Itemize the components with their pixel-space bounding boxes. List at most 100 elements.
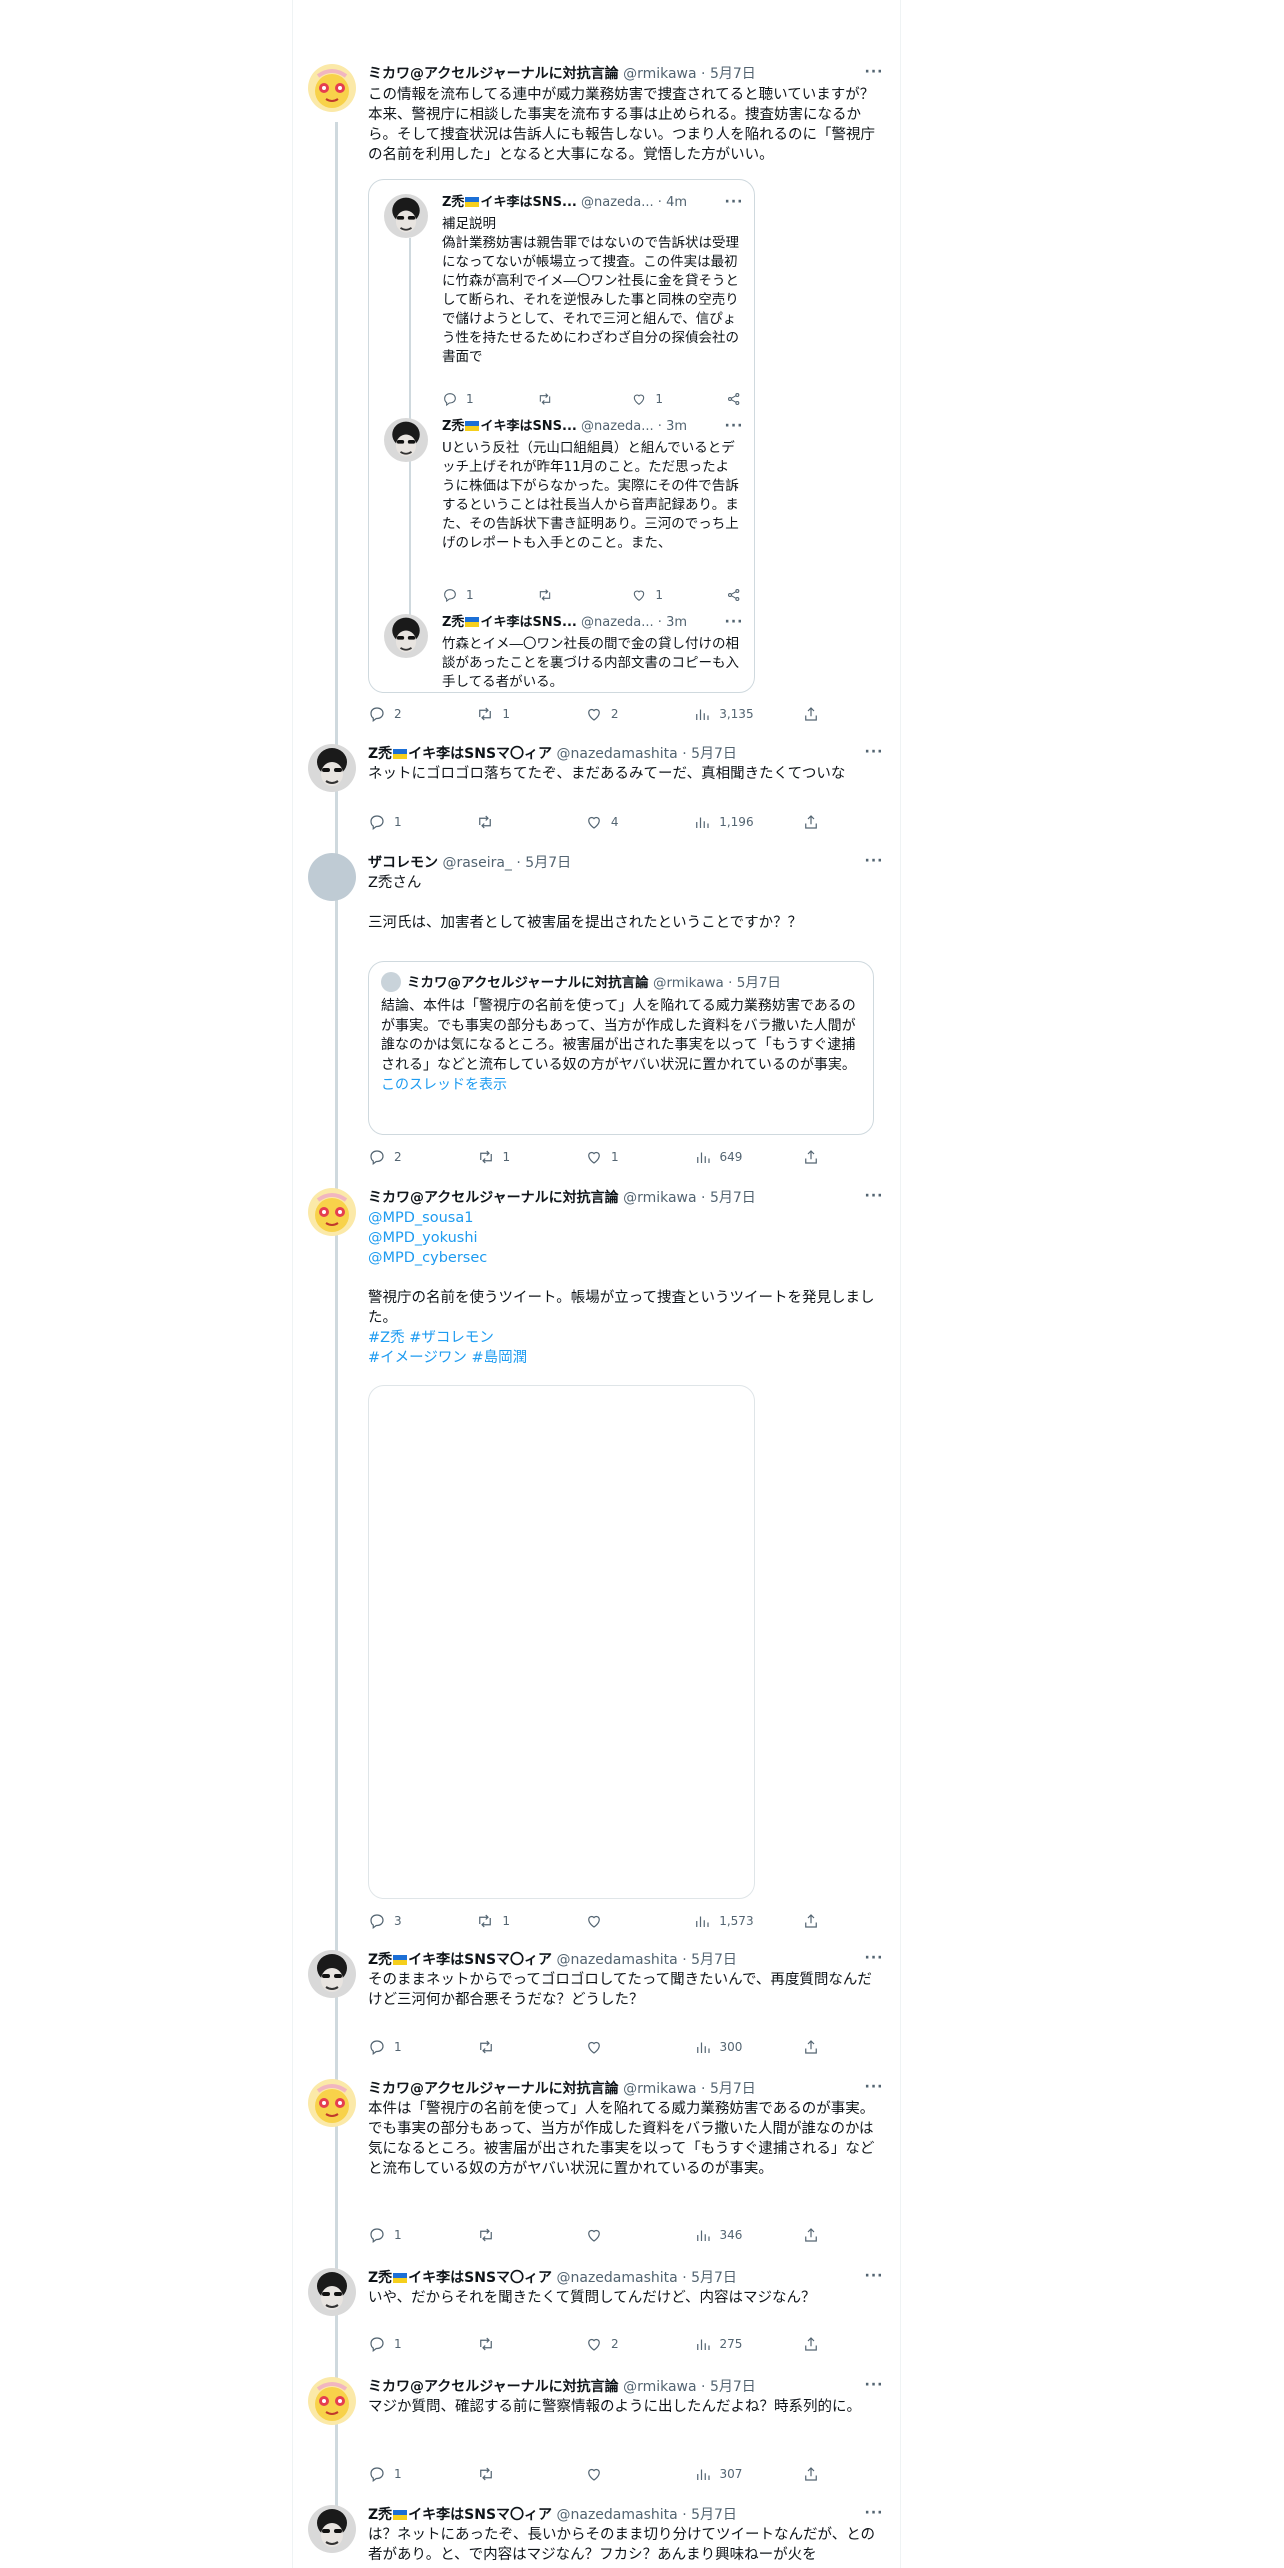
avatar[interactable] [308, 2377, 356, 2425]
like-button[interactable]: 2 [585, 2335, 645, 2353]
more-options-button[interactable]: ··· [864, 2505, 884, 2525]
reply-button[interactable]: 1 [368, 2465, 428, 2483]
like-button[interactable] [585, 2038, 645, 2056]
timestamp[interactable]: 5月7日 [691, 2507, 737, 2523]
timestamp[interactable]: 5月7日 [691, 2270, 737, 2286]
timestamp[interactable]: 5月7日 [710, 2379, 756, 2395]
author-name[interactable]: ミカワ@アクセルジャーナルに対抗言論 [368, 2081, 619, 2097]
share-button[interactable] [802, 1912, 820, 1930]
timestamp[interactable]: 5月7日 [710, 66, 756, 82]
views-button[interactable]: 346 [694, 2226, 754, 2244]
reply-button[interactable]: 2 [368, 705, 428, 723]
share-button[interactable] [802, 1148, 820, 1166]
author-handle[interactable]: @rmikawa [623, 2379, 697, 2395]
views-button[interactable]: 649 [694, 1148, 754, 1166]
avatar[interactable] [308, 1950, 356, 1998]
views-button[interactable]: 307 [694, 2465, 754, 2483]
timestamp[interactable]: 3m [666, 615, 687, 630]
views-button[interactable]: 275 [694, 2335, 754, 2353]
author-name[interactable]: Z禿 イキ李はSNSマ〇ィア [368, 2270, 552, 2286]
views-button[interactable]: 300 [694, 2038, 754, 2056]
timestamp[interactable]: 5月7日 [710, 1190, 756, 1206]
retweet-button[interactable]: 1 [477, 1148, 537, 1166]
retweet-button[interactable] [477, 2038, 537, 2056]
author-handle[interactable]: @nazedamashita [557, 2507, 678, 2523]
author-name[interactable]: ミカワ@アクセルジャーナルに対抗言論 [368, 1190, 619, 1206]
reply-button[interactable]: 1 [442, 587, 502, 603]
timestamp[interactable]: 5月7日 [691, 746, 737, 762]
share-button[interactable] [726, 391, 742, 407]
timestamp[interactable]: 3m [666, 419, 687, 434]
avatar[interactable] [308, 64, 356, 112]
mention-link[interactable]: @MPD_yokushi [368, 1228, 884, 1248]
mention-link[interactable]: @MPD_sousa1 [368, 1208, 884, 1228]
like-button[interactable]: 2 [585, 705, 645, 723]
reply-button[interactable]: 3 [368, 1912, 428, 1930]
retweet-button[interactable]: 1 [476, 1912, 536, 1930]
more-options-button[interactable]: ··· [864, 64, 884, 84]
retweet-button[interactable]: 1 [476, 705, 536, 723]
share-button[interactable] [802, 2038, 820, 2056]
avatar[interactable] [384, 418, 428, 462]
media-image[interactable] [368, 1385, 755, 1899]
views-button[interactable]: 1,196 [693, 813, 754, 831]
avatar[interactable] [384, 614, 428, 658]
author-name[interactable]: Z禿 イキ李はSNS... [442, 615, 577, 630]
reply-button[interactable]: 1 [368, 2335, 428, 2353]
reply-button[interactable]: 2 [368, 1148, 428, 1166]
reply-button[interactable]: 1 [442, 391, 502, 407]
author-name[interactable]: Z禿 イキ李はSNS... [442, 419, 577, 434]
hashtag-links[interactable]: #Z禿 #ザコレモン [368, 1328, 884, 1348]
avatar[interactable] [308, 1188, 356, 1236]
author-name[interactable]: ザコレモン [368, 855, 438, 871]
author-handle[interactable]: @nazedamashita [557, 746, 678, 762]
show-thread-link[interactable]: このスレッドを表示 [381, 1075, 861, 1095]
more-options-button[interactable]: ··· [724, 614, 744, 634]
share-button[interactable] [802, 2335, 820, 2353]
more-options-button[interactable]: ··· [864, 2079, 884, 2099]
avatar[interactable] [308, 2268, 356, 2316]
author-handle[interactable]: @nazedamashita [557, 2270, 678, 2286]
timestamp[interactable]: 4m [666, 195, 687, 210]
retweet-button[interactable] [477, 2465, 537, 2483]
reply-button[interactable]: 1 [368, 2226, 428, 2244]
author-handle[interactable]: @nazeda... [581, 195, 654, 210]
author-name[interactable]: Z禿 イキ李はSNSマ〇ィア [368, 1952, 552, 1968]
retweet-button[interactable] [476, 813, 536, 831]
like-button[interactable] [585, 2465, 645, 2483]
avatar[interactable] [308, 2505, 356, 2553]
author-name[interactable]: ミカワ@アクセルジャーナルに対抗言論 [368, 2379, 619, 2395]
author-handle[interactable]: @rmikawa [623, 66, 697, 82]
timestamp[interactable]: 5月7日 [710, 2081, 756, 2097]
share-button[interactable] [802, 2465, 820, 2483]
more-options-button[interactable]: ··· [864, 744, 884, 764]
like-button[interactable]: 1 [631, 391, 691, 407]
avatar[interactable] [308, 744, 356, 792]
author-name[interactable]: ミカワ@アクセルジャーナルに対抗言論 [368, 66, 619, 82]
author-name[interactable]: Z禿 イキ李はSNS... [442, 195, 577, 210]
retweet-button[interactable] [477, 2335, 537, 2353]
timestamp[interactable]: 5月7日 [525, 855, 571, 871]
more-options-button[interactable]: ··· [724, 194, 744, 214]
author-handle[interactable]: @nazeda... [581, 419, 654, 434]
like-button[interactable]: 4 [585, 813, 645, 831]
quoted-tweet[interactable]: ミカワ@アクセルジャーナルに対抗言論 @rmikawa · 5月7日 結論、本件… [368, 961, 874, 1135]
author-handle[interactable]: @rmikawa [623, 2081, 697, 2097]
retweet-button[interactable] [477, 2226, 537, 2244]
author-handle[interactable]: @rmikawa [623, 1190, 697, 1206]
author-handle[interactable]: @nazedamashita [557, 1952, 678, 1968]
share-button[interactable] [802, 2226, 820, 2244]
more-options-button[interactable]: ··· [864, 1950, 884, 1970]
more-options-button[interactable]: ··· [864, 853, 884, 873]
more-options-button[interactable]: ··· [864, 1188, 884, 1208]
more-options-button[interactable]: ··· [864, 2268, 884, 2288]
views-button[interactable]: 3,135 [693, 705, 754, 723]
like-button[interactable]: 1 [631, 587, 691, 603]
avatar[interactable] [308, 2079, 356, 2127]
share-button[interactable] [802, 705, 820, 723]
views-button[interactable]: 1,573 [693, 1912, 754, 1930]
share-button[interactable] [802, 813, 820, 831]
more-options-button[interactable]: ··· [864, 2377, 884, 2397]
like-button[interactable] [585, 1912, 645, 1930]
author-name[interactable]: Z禿 イキ李はSNSマ〇ィア [368, 2507, 552, 2523]
